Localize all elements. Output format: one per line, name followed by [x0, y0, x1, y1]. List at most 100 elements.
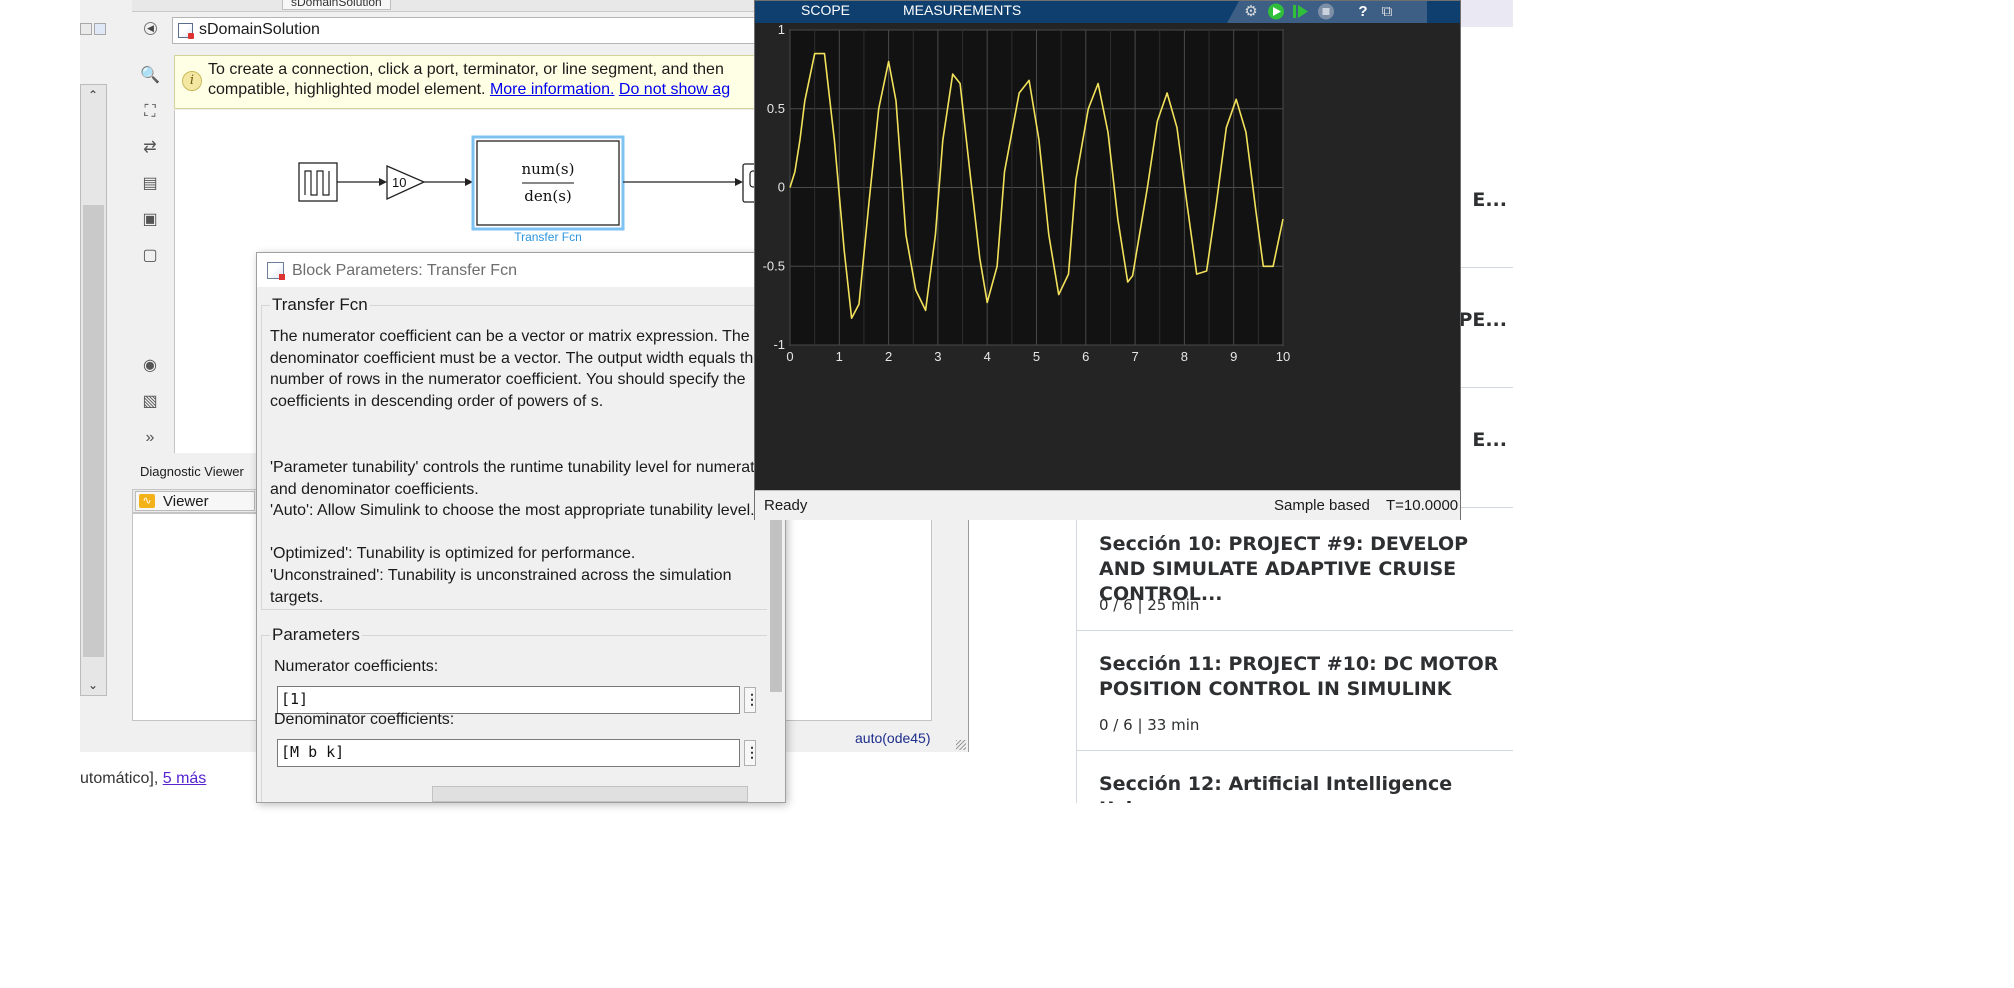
back-icon[interactable]: ◀ — [144, 22, 157, 35]
page-footer-text: utomático], 5 más — [80, 770, 206, 788]
description-paragraph: The numerator coefficient can be a vecto… — [270, 328, 763, 410]
denominator-input[interactable]: [M b k] — [277, 739, 740, 767]
section-progress: 0 / 6 | 33 min — [1099, 716, 1200, 734]
dialog-scrollbar[interactable] — [767, 478, 785, 802]
tunability-description: 'Parameter tunability' controls the runt… — [270, 459, 769, 498]
layout-icon[interactable] — [94, 23, 106, 35]
x-tick-label: 4 — [984, 349, 991, 364]
gain-value: 10 — [392, 175, 406, 190]
solver-indicator[interactable]: auto(ode45) — [855, 730, 931, 746]
image-icon[interactable]: ▣ — [140, 211, 160, 229]
tf-numerator: num(s) — [522, 160, 575, 178]
x-tick-label: 9 — [1230, 349, 1237, 364]
description-group-title: Transfer Fcn — [270, 295, 370, 315]
description-group: Transfer Fcn The numerator coefficient c… — [261, 295, 769, 610]
status-mode: Sample based — [1274, 497, 1370, 514]
diagnostic-viewer-label: Diagnostic Viewer — [140, 464, 244, 479]
y-tick-label: 0.5 — [767, 101, 785, 116]
footer-text: utomático], — [80, 770, 159, 787]
model-browser-scrollbar[interactable]: ⌃ ⌄ — [80, 84, 107, 696]
annotation-icon[interactable]: ▤ — [140, 175, 160, 193]
course-section-12[interactable]: Sección 12: Artificial Intelligence Usin… — [1077, 750, 1513, 803]
course-section-10[interactable]: Sección 10: PROJECT #9: DEVELOP AND SIMU… — [1077, 510, 1513, 631]
section-title: Sección 11: PROJECT #10: DC MOTOR POSITI… — [1099, 653, 1499, 700]
x-tick-label: 6 — [1082, 349, 1089, 364]
section-title: Sección 12: Artificial Intelligence Usin… — [1099, 773, 1453, 803]
model-breadcrumb[interactable]: sDomainSolution — [199, 21, 320, 39]
model-icon — [178, 23, 194, 39]
x-tick-label: 3 — [934, 349, 941, 364]
parameters-group-title: Parameters — [270, 625, 362, 645]
step-forward-icon[interactable] — [1291, 2, 1311, 21]
x-tick-label: 7 — [1131, 349, 1138, 364]
more-icon[interactable]: » — [140, 429, 160, 447]
zoom-icon[interactable]: 🔍 — [140, 67, 160, 85]
numerator-options-icon[interactable]: ⋮ — [744, 687, 759, 713]
x-tick-label: 5 — [1033, 349, 1040, 364]
course-section-11[interactable]: Sección 11: PROJECT #10: DC MOTOR POSITI… — [1077, 630, 1513, 751]
section-progress: 0 / 6 | 25 min — [1099, 596, 1200, 614]
section-title-fragment: PE... — [1458, 309, 1507, 331]
chevron-down-icon[interactable]: ⌄ — [86, 678, 100, 692]
stop-icon[interactable] — [1316, 2, 1336, 21]
denominator-label: Denominator coefficients: — [274, 711, 455, 728]
area-icon[interactable]: ▢ — [140, 247, 160, 265]
more-link[interactable]: 5 más — [163, 770, 207, 787]
undock-icon[interactable]: ⧉ — [1377, 2, 1397, 21]
numerator-input[interactable]: [1] — [277, 686, 740, 714]
x-tick-label: 1 — [836, 349, 843, 364]
status-time: T=10.0000 — [1386, 497, 1459, 514]
tf-denominator: den(s) — [524, 187, 572, 205]
dialog-title-bar[interactable]: Block Parameters: Transfer Fcn × — [257, 253, 785, 287]
x-tick-label: 0 — [786, 349, 793, 364]
run-icon[interactable] — [1266, 2, 1286, 21]
info-text: compatible, highlighted model element. — [208, 81, 486, 98]
viewer-icon: ∿ — [139, 494, 155, 508]
section-title-fragment: E... — [1472, 189, 1507, 211]
tab-scope[interactable]: SCOPE — [801, 2, 850, 18]
info-icon: i — [182, 71, 202, 91]
do-not-show-link[interactable]: Do not show ag — [619, 81, 730, 98]
resize-grip-icon[interactable] — [956, 740, 966, 750]
scope-plot-area: 0 1 2 3 4 5 6 7 8 9 10 1 0.5 0 -0.5 -1 — [755, 23, 1460, 490]
report-icon[interactable]: ▧ — [140, 393, 160, 411]
status-ready: Ready — [764, 497, 808, 514]
y-tick-label: -0.5 — [763, 258, 785, 273]
model-tab[interactable]: sDomainSolution — [282, 0, 391, 10]
more-information-link[interactable]: More information. — [490, 81, 615, 98]
info-text-line-2: compatible, highlighted model element. M… — [208, 81, 730, 99]
settings-icon[interactable]: ⚙ — [1241, 2, 1261, 21]
y-tick-label: 0 — [778, 180, 785, 195]
viewer-tab-label: Viewer — [163, 493, 209, 510]
camera-icon[interactable]: ◉ — [140, 357, 160, 375]
section-title-fragment: E... — [1472, 429, 1507, 451]
model-tab-strip: sDomainSolution — [132, 0, 832, 12]
scope-toolstrip: SCOPE MEASUREMENTS ⚙ ? ⧉ — [755, 1, 1460, 23]
denominator-options-icon[interactable]: ⋮ — [744, 740, 759, 766]
y-tick-label: -1 — [773, 337, 785, 352]
numerator-label: Numerator coefficients: — [274, 658, 439, 675]
auto-description: 'Auto': Allow Simulink to choose the mos… — [270, 502, 755, 519]
scope-chart: 0 1 2 3 4 5 6 7 8 9 10 1 0.5 0 -0.5 -1 — [763, 23, 1291, 364]
optimized-description: 'Optimized': Tunability is optimized for… — [270, 545, 636, 562]
viewer-tab[interactable]: ∿ Viewer — [135, 491, 255, 511]
help-icon[interactable]: ? — [1353, 2, 1373, 21]
info-text-line-1: To create a connection, click a port, te… — [208, 61, 724, 78]
transfer-fcn-label[interactable]: Transfer Fcn — [448, 230, 648, 244]
block-parameters-dialog: Block Parameters: Transfer Fcn × Transfe… — [256, 252, 786, 803]
parameter-tunability-dropdown[interactable] — [432, 786, 748, 802]
arrow-head-icon — [379, 178, 387, 186]
canvas-palette: 🔍 ⛶ ⇄ ▤ ▣ ▢ ◉ ▧ » — [132, 60, 174, 460]
model-address-bar[interactable]: sDomainSolution — [172, 17, 852, 44]
arrow-connect-icon[interactable]: ⇄ — [140, 139, 160, 157]
y-tick-label: 1 — [778, 23, 785, 37]
simulink-model-icon — [267, 262, 285, 280]
fit-to-view-icon[interactable]: ⛶ — [140, 103, 160, 121]
x-tick-label: 8 — [1181, 349, 1188, 364]
arrow-head-icon — [735, 178, 743, 186]
tab-measurements[interactable]: MEASUREMENTS — [903, 2, 1021, 18]
chevron-up-icon[interactable]: ⌃ — [86, 88, 100, 102]
browser-toggle-icon[interactable] — [80, 23, 92, 35]
scrollbar-thumb[interactable] — [83, 205, 104, 657]
scope-status-bar: Ready Sample based T=10.0000 — [755, 490, 1460, 520]
